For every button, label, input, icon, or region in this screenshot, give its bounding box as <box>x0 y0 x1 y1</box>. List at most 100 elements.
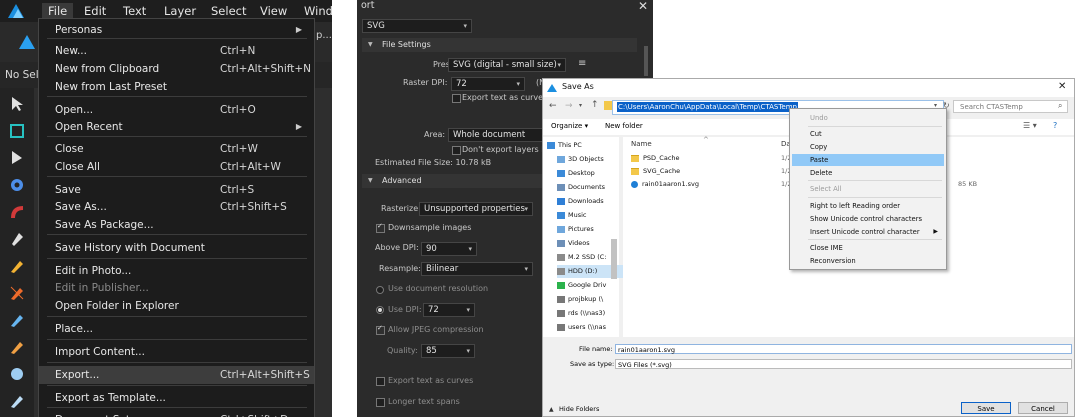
hidden-layers-checkbox[interactable] <box>452 146 461 155</box>
persona-icon[interactable] <box>18 33 36 51</box>
menu-item-edit-in-publisher[interactable]: Edit in Publisher... <box>39 279 314 297</box>
menu-item-new-from-last-preset[interactable]: New from Last Preset <box>39 78 314 96</box>
save-button[interactable]: Save <box>961 402 1011 414</box>
organize-button[interactable]: Organize ▾ <box>551 122 588 130</box>
above-dpi-input[interactable]: 90 ▾ <box>421 242 477 256</box>
context-item-undo[interactable]: Undo <box>792 112 944 124</box>
menu-item-open[interactable]: Open... Ctrl+O <box>39 101 314 119</box>
close-icon[interactable]: ✕ <box>638 0 648 13</box>
node-tool-icon[interactable] <box>9 150 25 166</box>
menu-item-save-as[interactable]: Save As... Ctrl+Shift+S <box>39 198 314 216</box>
menu-item-document-setup[interactable]: Document Setup... Ctrl+Shift+D <box>39 411 314 417</box>
pen-tool-icon[interactable] <box>9 231 25 247</box>
file-row[interactable]: SVG_Cache <box>631 167 680 175</box>
context-item-show-unicode-control-characters[interactable]: Show Unicode control characters <box>792 213 944 225</box>
forward-icon[interactable]: → <box>565 101 573 111</box>
menu-layer[interactable]: Layer <box>158 3 202 19</box>
menu-window[interactable]: Windo <box>298 3 332 19</box>
nav-item[interactable]: Google Driv <box>557 279 606 292</box>
longer-spans-checkbox[interactable] <box>376 398 385 407</box>
context-item-right-to-left-reading-order[interactable]: Right to left Reading order <box>792 200 944 212</box>
menu-item-edit-in-photo[interactable]: Edit in Photo... <box>39 262 314 280</box>
menu-item-new[interactable]: New... Ctrl+N <box>39 42 314 60</box>
fill-tool-icon[interactable] <box>9 339 25 355</box>
close-icon[interactable]: ✕ <box>1058 81 1066 92</box>
nav-item[interactable]: This PC <box>547 139 582 152</box>
menu-item-save-as-package[interactable]: Save As Package... <box>39 216 314 234</box>
nav-item[interactable]: users (\\nas <box>557 321 606 334</box>
nav-item[interactable]: Pictures <box>557 223 594 236</box>
menu-item-export-as-template[interactable]: Export as Template... <box>39 389 314 407</box>
menu-item-export[interactable]: Export... Ctrl+Alt+Shift+S <box>39 366 314 384</box>
raster-dpi-input[interactable]: 72 ▾ <box>451 77 525 91</box>
context-item-insert-unicode-control-character[interactable]: Insert Unicode control character ▶ <box>792 226 944 238</box>
brush-tool-icon[interactable] <box>9 285 25 301</box>
nav-scrollbar[interactable] <box>611 239 617 279</box>
context-item-paste[interactable]: Paste <box>792 154 944 166</box>
gear-icon[interactable] <box>9 177 25 193</box>
scrollbar[interactable] <box>644 46 648 76</box>
file-name-input[interactable]: rain01aaron1.svg <box>615 344 1072 354</box>
file-row[interactable]: rain01aaron1.svg <box>631 180 699 188</box>
nav-item[interactable]: 3D Objects <box>557 153 604 166</box>
context-item-select-all[interactable]: Select All <box>792 183 944 195</box>
nav-item[interactable]: Documents <box>557 181 605 194</box>
file-row[interactable]: PSD_Cache <box>631 154 680 162</box>
use-dpi-radio[interactable] <box>376 306 384 314</box>
cancel-button[interactable]: Cancel <box>1018 402 1068 414</box>
menu-item-save-history-with-document[interactable]: Save History with Document <box>39 239 314 257</box>
search-input[interactable]: Search CTASTemp <box>953 100 1068 113</box>
nav-item[interactable]: Downloads <box>557 195 604 208</box>
menu-text[interactable]: Text <box>117 3 152 19</box>
help-icon[interactable]: ? <box>1053 121 1057 130</box>
new-folder-button[interactable]: New folder <box>605 122 643 130</box>
menu-view[interactable]: View <box>254 3 293 19</box>
recent-icon[interactable]: ▾ <box>579 102 582 109</box>
menu-item-open-recent[interactable]: Open Recent ▶ <box>39 118 314 136</box>
use-doc-res-radio[interactable] <box>376 286 384 294</box>
downsample-checkbox[interactable] <box>376 222 385 233</box>
context-item-close-ime[interactable]: Close IME <box>792 242 944 254</box>
nav-item[interactable]: Music <box>557 209 587 222</box>
up-icon[interactable]: ↑ <box>591 100 599 110</box>
view-options-icon[interactable]: ☰ ▾ <box>1023 121 1037 130</box>
format-select[interactable]: SVG ▾ <box>362 19 472 33</box>
section-file-settings[interactable]: ▼ File Settings <box>362 38 637 52</box>
context-item-reconversion[interactable]: Reconversion <box>792 255 944 267</box>
context-item-copy[interactable]: Copy <box>792 141 944 153</box>
address-path[interactable]: C:\Users\AaronChu\AppData\Local\Temp\CTA… <box>617 102 798 112</box>
quality-input[interactable]: 85 ▾ <box>421 344 475 358</box>
menu-item-personas[interactable]: Personas ▶ <box>39 21 314 39</box>
use-dpi-input[interactable]: 72 ▾ <box>423 303 475 317</box>
menu-item-close[interactable]: Close Ctrl+W <box>39 140 314 158</box>
column-name[interactable]: Name <box>631 140 652 148</box>
preset-select[interactable]: SVG (digital - small size) ▾ <box>448 58 566 72</box>
back-icon[interactable]: ← <box>549 101 557 111</box>
jpeg-checkbox[interactable] <box>376 324 385 335</box>
menu-item-save[interactable]: Save Ctrl+S <box>39 181 314 199</box>
rasterize-select[interactable]: Unsupported properties ▾ <box>419 202 533 216</box>
nav-item[interactable]: Videos <box>557 237 590 250</box>
menu-edit[interactable]: Edit <box>78 3 112 19</box>
menu-select[interactable]: Select <box>205 3 252 19</box>
resample-select[interactable]: Bilinear ▾ <box>421 262 533 276</box>
menu-item-close-all[interactable]: Close All Ctrl+Alt+W <box>39 158 314 176</box>
context-item-cut[interactable]: Cut <box>792 128 944 140</box>
nav-item[interactable]: projbkup (\ <box>557 293 603 306</box>
vector-brush-icon[interactable] <box>9 393 25 409</box>
pixel-brush-icon[interactable] <box>9 312 25 328</box>
chevron-up-icon[interactable]: ▲ <box>549 406 554 413</box>
pencil-tool-icon[interactable] <box>9 258 25 274</box>
nav-item[interactable]: rds (\\nas3) <box>557 307 605 320</box>
menu-item-open-folder-in-explorer[interactable]: Open Folder in Explorer <box>39 297 314 315</box>
corner-tool-icon[interactable] <box>9 204 25 220</box>
menu-item-import-content[interactable]: Import Content... <box>39 343 314 361</box>
area-select[interactable]: Whole document <box>448 128 546 142</box>
move-tool-icon[interactable] <box>9 96 25 112</box>
menu-item-new-from-clipboard[interactable]: New from Clipboard Ctrl+Alt+Shift+N <box>39 60 314 78</box>
transparency-tool-icon[interactable] <box>9 366 25 382</box>
context-item-delete[interactable]: Delete <box>792 167 944 179</box>
artboard-tool-icon[interactable] <box>9 123 25 139</box>
menu-item-place[interactable]: Place... <box>39 320 314 338</box>
nav-item[interactable]: Desktop <box>557 167 595 180</box>
